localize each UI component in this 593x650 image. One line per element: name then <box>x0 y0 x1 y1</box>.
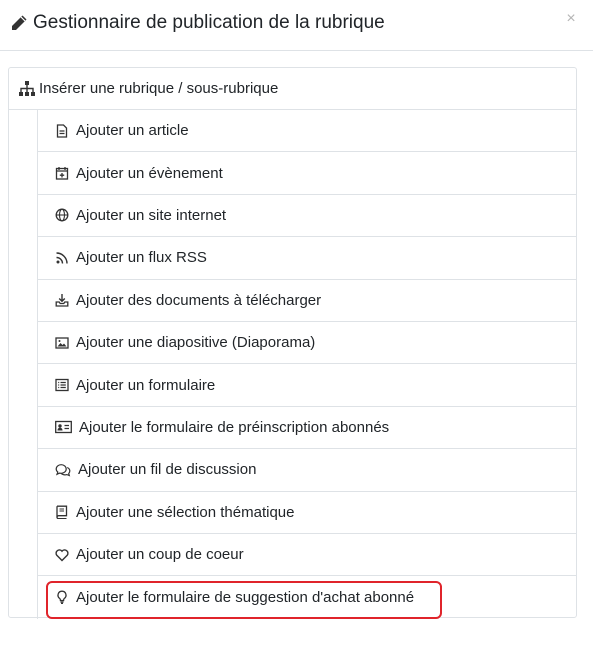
add-event-label: Ajouter un évènement <box>76 164 223 182</box>
comments-icon <box>55 463 71 477</box>
add-preregistration-form-label: Ajouter le formulaire de préinscription … <box>79 418 390 436</box>
heart-icon <box>55 548 69 562</box>
add-article-item[interactable]: Ajouter un article <box>37 110 576 153</box>
add-thematic-selection-item[interactable]: Ajouter une sélection thématique <box>37 491 576 534</box>
add-form-item[interactable]: Ajouter un formulaire <box>37 364 576 407</box>
calendar-plus-icon <box>55 166 69 180</box>
add-documents-label: Ajouter des documents à télécharger <box>76 291 322 309</box>
modal-title: Gestionnaire de publication de la rubriq… <box>33 12 385 33</box>
add-preregistration-form-item[interactable]: Ajouter le formulaire de préinscription … <box>37 406 576 450</box>
pencil-icon <box>9 13 29 33</box>
publication-manager-modal: Gestionnaire de publication de la rubriq… <box>0 0 593 650</box>
insert-section-label: Insérer une rubrique / sous-rubrique <box>39 80 279 97</box>
image-icon <box>55 336 69 350</box>
lightbulb-icon <box>55 590 69 605</box>
add-website-label: Ajouter un site internet <box>76 206 227 224</box>
add-favorite-item[interactable]: Ajouter un coup de coeur <box>37 533 576 577</box>
add-discussion-thread-item[interactable]: Ajouter un fil de discussion <box>37 449 576 492</box>
add-website-item[interactable]: Ajouter un site internet <box>37 194 576 238</box>
modal-header: Gestionnaire de publication de la rubriq… <box>0 0 593 51</box>
add-purchase-suggestion-form-item[interactable]: Ajouter le formulaire de suggestion d'ac… <box>37 576 576 619</box>
globe-icon <box>55 208 69 222</box>
sitemap-icon <box>18 80 36 98</box>
add-documents-item[interactable]: Ajouter des documents à télécharger <box>37 279 576 322</box>
add-favorite-label: Ajouter un coup de coeur <box>76 546 244 564</box>
list-icon <box>55 378 69 392</box>
add-content-list: Ajouter un article Ajouter un évènement … <box>37 110 576 619</box>
book-icon <box>55 505 69 520</box>
add-event-item[interactable]: Ajouter un évènement <box>37 152 576 195</box>
download-tray-icon <box>55 293 69 307</box>
add-slide-label: Ajouter une diapositive (Diaporama) <box>76 334 316 352</box>
add-article-label: Ajouter un article <box>76 122 189 140</box>
add-discussion-thread-label: Ajouter un fil de discussion <box>78 461 257 479</box>
id-card-icon <box>55 420 72 434</box>
add-slide-item[interactable]: Ajouter une diapositive (Diaporama) <box>37 321 576 365</box>
add-rss-feed-item[interactable]: Ajouter un flux RSS <box>37 237 576 280</box>
publication-panel: Insérer une rubrique / sous-rubrique Ajo… <box>8 67 577 619</box>
add-rss-feed-label: Ajouter un flux RSS <box>76 249 207 267</box>
add-form-label: Ajouter un formulaire <box>76 376 216 394</box>
insert-section-link[interactable]: Insérer une rubrique / sous-rubrique <box>9 68 576 110</box>
add-thematic-selection-label: Ajouter une sélection thématique <box>76 503 295 521</box>
rss-icon <box>55 251 69 265</box>
close-button[interactable]: × <box>563 10 579 28</box>
modal-title-row: Gestionnaire de publication de la rubriq… <box>9 11 385 35</box>
file-icon <box>55 124 69 138</box>
add-purchase-suggestion-form-label: Ajouter le formulaire de suggestion d'ac… <box>76 588 415 606</box>
